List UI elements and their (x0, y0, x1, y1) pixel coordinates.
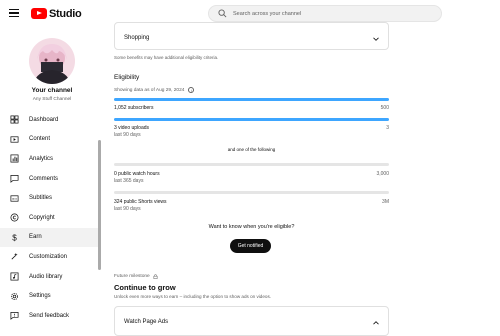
sidebar-item-label: Dashboard (29, 116, 59, 123)
sidebar-item-customization[interactable]: Customization (0, 247, 100, 267)
shopping-card[interactable]: Shopping (114, 22, 389, 50)
gear-icon (10, 292, 19, 301)
sidebar-item-settings[interactable]: Settings (0, 286, 100, 306)
customization-icon (10, 252, 19, 261)
sidebar-nav: Dashboard Content Analytics Comments Sub… (0, 110, 100, 326)
chevron-down-icon[interactable] (372, 35, 380, 43)
menu-icon[interactable] (9, 9, 19, 17)
subscribers-required: 500 (380, 105, 389, 111)
lock-icon (153, 274, 158, 279)
studio-logo[interactable]: Studio (31, 7, 82, 20)
sidebar-item-label: Settings (29, 293, 51, 300)
sidebar-item-dashboard[interactable]: Dashboard (0, 110, 100, 130)
audio-library-icon (10, 272, 19, 281)
sidebar-item-label: Customization (29, 253, 68, 260)
shorts-views-progress-bar (114, 191, 389, 194)
watch-page-ads-title: Watch Page Ads (124, 319, 169, 325)
sidebar-item-label: Copyright (29, 214, 55, 221)
logo-text: Studio (49, 7, 82, 20)
uploads-required: 3 (386, 125, 389, 131)
sidebar: Your channel Any Stuff Channel Dashboard… (0, 28, 104, 325)
content-icon (10, 135, 19, 144)
svg-text:$: $ (12, 234, 17, 242)
search-icon (218, 9, 227, 18)
sidebar-item-label: Earn (29, 234, 42, 241)
sidebar-item-label: Comments (29, 175, 59, 182)
watch-hours-period: last 365 days (114, 178, 144, 184)
subscribers-label: 1,052 subscribers (114, 105, 154, 111)
sidebar-item-send-feedback[interactable]: Send feedback (0, 306, 100, 326)
channel-avatar[interactable] (29, 38, 75, 84)
uploads-label: 3 video uploads (114, 125, 150, 131)
sidebar-item-content[interactable]: Content (0, 130, 100, 150)
sidebar-item-label: Content (29, 136, 51, 143)
channel-subtitle: Any Stuff Channel (32, 97, 72, 102)
continue-to-grow-title: Continue to grow (114, 283, 176, 292)
sidebar-item-audio-library[interactable]: Audio library (0, 267, 100, 287)
watch-page-ads-card[interactable]: Watch Page Ads (114, 306, 389, 336)
dashboard-icon (10, 115, 19, 124)
copyright-icon (10, 213, 19, 222)
get-notified-button[interactable]: Get notified (230, 239, 271, 253)
shorts-views-period: last 90 days (114, 206, 141, 212)
uploads-progress-bar (114, 118, 389, 121)
main-content: Shopping Some benefits may have addition… (104, 22, 500, 336)
sidebar-item-label: Audio library (29, 273, 63, 280)
sidebar-item-analytics[interactable]: Analytics (0, 149, 100, 169)
watch-hours-required: 3,000 (376, 171, 389, 177)
watch-hours-progress-bar (114, 163, 389, 166)
earn-icon: $ (10, 233, 19, 242)
search-input[interactable] (233, 10, 433, 17)
eligibility-title: Eligibility (114, 74, 140, 81)
subscribers-progress-fill (114, 98, 389, 101)
sidebar-item-label: Analytics (29, 155, 54, 162)
sidebar-item-label: Subtitles (29, 195, 53, 202)
watch-hours-label: 0 public watch hours (114, 171, 160, 177)
shopping-card-title: Shopping (124, 35, 150, 41)
chevron-up-icon[interactable] (372, 319, 380, 327)
benefits-note: Some benefits may have additional eligib… (114, 55, 219, 60)
sidebar-item-comments[interactable]: Comments (0, 169, 100, 189)
future-milestone-label: Future milestone (114, 274, 158, 279)
youtube-logo-icon (31, 8, 47, 19)
continue-to-grow-desc: Unlock even more ways to earn – includin… (114, 294, 272, 299)
feedback-icon (10, 311, 19, 321)
sidebar-item-subtitles[interactable]: Subtitles (0, 188, 100, 208)
want-to-know-text: Want to know when you're eligible? (208, 224, 295, 230)
search-bar[interactable] (208, 5, 442, 22)
shorts-views-label: 324 public Shorts views (114, 199, 167, 205)
analytics-icon (10, 154, 19, 163)
eligibility-date: Showing data as of Aug 29, 2024 i (114, 87, 195, 93)
channel-title: Your channel (31, 87, 73, 94)
one-of-following: and one of the following (227, 147, 276, 152)
uploads-progress-fill (114, 118, 389, 121)
future-milestone-text: Future milestone (114, 274, 150, 279)
sidebar-item-label: Send feedback (29, 312, 70, 319)
uploads-period: last 90 days (114, 132, 141, 138)
subtitles-icon (10, 194, 19, 203)
info-icon[interactable]: i (188, 87, 195, 93)
sidebar-item-copyright[interactable]: Copyright (0, 208, 100, 228)
comments-icon (10, 174, 19, 183)
shorts-views-required: 3M (382, 199, 389, 205)
sidebar-item-earn[interactable]: $ Earn (0, 227, 100, 248)
eligibility-date-text: Showing data as of Aug 29, 2024 (114, 87, 185, 93)
subscribers-progress-bar (114, 98, 389, 101)
sidebar-scrollbar[interactable] (98, 140, 101, 270)
